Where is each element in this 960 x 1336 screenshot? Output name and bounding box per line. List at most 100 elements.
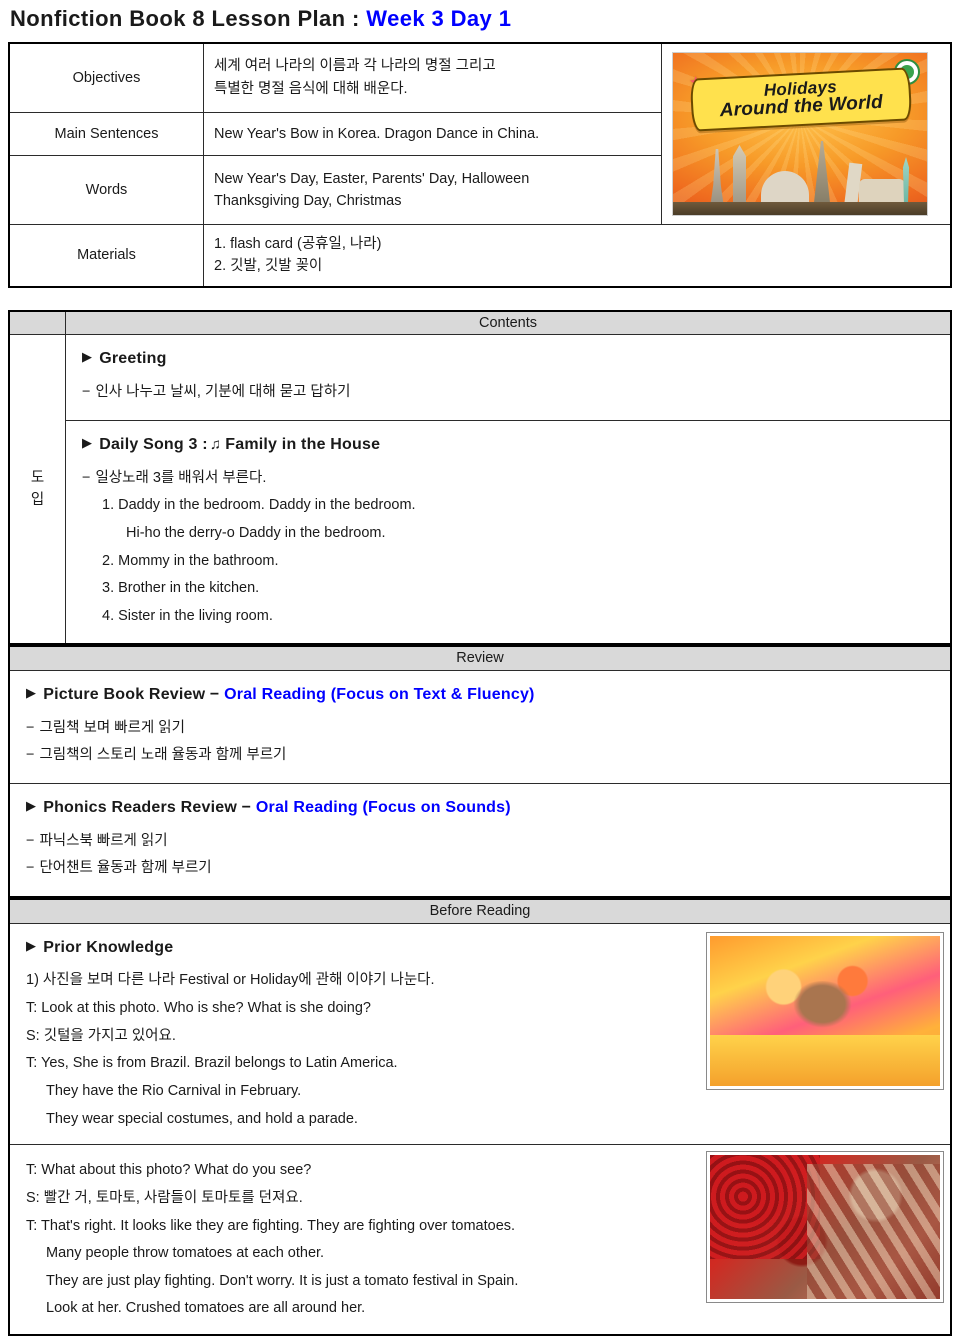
- objectives-line-1: 세계 여러 나라의 이름과 각 나라의 명절 그리고: [214, 58, 496, 75]
- value-words: New Year's Day, Easter, Parents' Day, Ha…: [203, 155, 662, 225]
- contents-header-row: Contents: [8, 310, 952, 336]
- review-block-2-row: ▶ Phonics Readers Review − Oral Reading (…: [8, 783, 952, 898]
- prior-knowledge-dialogue-4: They have the Rio Carnival in February.: [46, 1082, 302, 1099]
- dash-bullet-icon: −: [26, 860, 35, 877]
- value-materials: 1. flash card (공휴일, 나라) 2. 깃발, 깃발 꽂이: [203, 223, 952, 288]
- picture-book-review-heading-blue: Oral Reading (Focus on Text & Fluency): [224, 685, 535, 703]
- table-row-materials: Materials 1. flash card (공휴일, 나라) 2. 깃발,…: [8, 223, 952, 288]
- daily-song-heading-prefix: Daily Song 3 :: [99, 435, 208, 453]
- daily-song-block: ▶ Daily Song 3 : ♫ Family in the House − 일상노…: [66, 421, 950, 644]
- dash-bullet-icon: −: [26, 719, 35, 736]
- greeting-line-1-text: 인사 나누고 날씨, 기분에 대해 묻고 답하기: [95, 384, 351, 401]
- rio-carnival-dancer-photo: [706, 931, 944, 1090]
- picture-book-review-heading: ▶ Picture Book Review − Oral Reading (Foc…: [26, 683, 950, 708]
- phonics-readers-review-line-1-text: 파닉스북 빠르게 읽기: [39, 832, 168, 849]
- objectives-line-2: 특별한 명절 음식에 대해 배운다.: [214, 80, 408, 97]
- words-line-1: New Year's Day, Easter, Parents' Day, Ha…: [214, 170, 530, 187]
- review-section-table: Review ▶ Picture Book Review − Oral Readi…: [8, 645, 952, 899]
- page-title: Nonfiction Book 8 Lesson Plan : Week 3 D…: [8, 0, 952, 42]
- contents-header-spacer: [8, 310, 66, 336]
- greeting-line-1: − 인사 나누고 날씨, 기분에 대해 묻고 답하기: [82, 380, 950, 405]
- phonics-readers-review-line-2: − 단어챈트 율동과 함께 부르기: [26, 856, 950, 881]
- prior-knowledge-dialogue-5: They wear special costumes, and hold a p…: [46, 1110, 358, 1127]
- review-block-1-row: ▶ Picture Book Review − Oral Reading (Foc…: [8, 669, 952, 785]
- words-line-2: Thanksgiving Day, Christmas: [214, 193, 402, 210]
- prior-knowledge-wrap: ▶ Prior Knowledge 1) 사진을 보며 다른 나라 Festiva…: [10, 924, 950, 1145]
- before-reading-section-table: Before Reading ▶ Prior Knowledge 1) 사진을 보…: [8, 898, 952, 1336]
- second-photo-talk-cell: T: What about this photo? What do you se…: [8, 1144, 952, 1336]
- lesson-plan-page: Nonfiction Book 8 Lesson Plan : Week 3 D…: [0, 0, 960, 1336]
- daily-song-verse-2: 2. Mommy in the bathroom.: [102, 552, 279, 569]
- phonics-readers-review-line-1: − 파닉스북 빠르게 읽기: [26, 829, 950, 854]
- materials-line-1: 1. flash card (공휴일, 나라): [214, 236, 382, 252]
- dash-bullet-icon: −: [82, 469, 91, 486]
- label-main-sentences: Main Sentences: [8, 111, 204, 157]
- prior-knowledge-dialogue-1: T: Look at this photo. Who is she? What …: [26, 1000, 371, 1017]
- greeting-heading: ▶ Greeting: [82, 347, 950, 372]
- review-header-label: Review: [8, 645, 952, 671]
- triangle-bullet-icon: ▶: [82, 434, 93, 450]
- main-sentences-line-1: New Year's Bow in Korea. Dragon Dance in…: [214, 125, 540, 142]
- contents-body-cell: ▶ Greeting − 인사 나누고 날씨, 기분에 대해 묻고 답하기 ▶ Dai…: [65, 334, 952, 645]
- cover-image-cell: ★ ★ ★ ★ Holidays Around the World: [661, 42, 952, 225]
- stage-label-introduction: 도 입: [8, 334, 66, 645]
- dash-bullet-icon: −: [26, 747, 35, 764]
- label-words: Words: [8, 155, 204, 225]
- page-title-separator: :: [352, 6, 360, 31]
- page-title-main: Nonfiction Book 8 Lesson Plan: [10, 6, 346, 31]
- daily-song-heading: ▶ Daily Song 3 : ♫ Family in the House: [82, 433, 950, 458]
- contents-section-table: Contents 도 입 ▶ Greeting − 인사 나누고 날씨, 기분에 대…: [8, 309, 952, 646]
- daily-song-verse-1: 1. Daddy in the bedroom. Daddy in the be…: [102, 497, 416, 514]
- prior-knowledge-item-1: 1) 사진을 보며 다른 나라 Festival or Holiday에 관해 …: [26, 972, 435, 989]
- phonics-readers-review-heading-blue: Oral Reading (Focus on Sounds): [255, 799, 511, 817]
- page-title-accent: Week 3 Day 1: [366, 6, 512, 31]
- materials-line-2: 2. 깃발, 깃발 꽂이: [214, 258, 323, 275]
- prior-knowledge-row: ▶ Prior Knowledge 1) 사진을 보며 다른 나라 Festiva…: [8, 922, 952, 1146]
- value-main-sentences: New Year's Bow in Korea. Dragon Dance in…: [203, 111, 662, 157]
- triangle-bullet-icon: ▶: [26, 798, 37, 814]
- picture-book-review-block: ▶ Picture Book Review − Oral Reading (Foc…: [10, 671, 950, 783]
- second-photo-talk-wrap: T: What about this photo? What do you se…: [10, 1145, 950, 1334]
- phonics-readers-review-heading: ▶ Phonics Readers Review − Oral Reading (…: [26, 796, 950, 821]
- phonics-readers-review-line-2-text: 단어챈트 율동과 함께 부르기: [39, 860, 212, 877]
- dash-bullet-icon: −: [26, 832, 35, 849]
- music-note-icon: ♫: [209, 435, 222, 453]
- picture-book-review-line-2-text: 그림책의 스토리 노래 율동과 함께 부르기: [39, 747, 287, 764]
- prior-knowledge-dialogue-3: T: Yes, She is from Brazil. Brazil belon…: [26, 1055, 398, 1072]
- label-materials: Materials: [8, 223, 204, 288]
- triangle-bullet-icon: ▶: [26, 684, 37, 700]
- stage-label-char-2: 입: [30, 492, 45, 509]
- triangle-bullet-icon: ▶: [26, 937, 37, 953]
- dash-bullet-icon: −: [82, 384, 91, 401]
- la-tomatina-festival-photo: [706, 1151, 944, 1304]
- picture-book-review-line-1: − 그림책 보며 빠르게 읽기: [26, 716, 950, 741]
- holidays-around-the-world-book-cover: ★ ★ ★ ★ Holidays Around the World: [672, 52, 928, 216]
- phonics-readers-review-block: ▶ Phonics Readers Review − Oral Reading (…: [10, 784, 950, 896]
- greeting-block: ▶ Greeting − 인사 나누고 날씨, 기분에 대해 묻고 답하기: [66, 335, 950, 421]
- daily-song-verse-1b: Hi-ho the derry-o Daddy in the bedroom.: [126, 524, 386, 541]
- prior-knowledge-cell: ▶ Prior Knowledge 1) 사진을 보며 다른 나라 Festiva…: [8, 922, 952, 1146]
- contents-header-label: Contents: [65, 310, 952, 336]
- greeting-heading-text: Greeting: [99, 350, 167, 368]
- prior-knowledge-heading-text: Prior Knowledge: [43, 938, 174, 956]
- daily-song-intro-text: 일상노래 3를 배워서 부른다.: [95, 469, 267, 486]
- second-photo-talk-row: T: What about this photo? What do you se…: [8, 1144, 952, 1336]
- contents-body-row: 도 입 ▶ Greeting − 인사 나누고 날씨, 기분에 대해 묻고 답하기 …: [8, 334, 952, 645]
- phonics-readers-review-cell: ▶ Phonics Readers Review − Oral Reading (…: [8, 783, 952, 898]
- picture-book-review-heading-black: Picture Book Review −: [43, 685, 220, 703]
- daily-song-intro: − 일상노래 3를 배워서 부른다.: [82, 466, 950, 491]
- cover-ground: [673, 202, 927, 215]
- lesson-info-table: Objectives 세계 여러 나라의 이름과 각 나라의 명절 그리고 특별…: [8, 42, 952, 288]
- rio-carnival-photo-art: [710, 935, 940, 1086]
- daily-song-verse-4: 4. Sister in the living room.: [102, 607, 273, 624]
- picture-book-review-line-1-text: 그림책 보며 빠르게 읽기: [39, 719, 185, 736]
- daily-song-heading-title: Family in the House: [225, 435, 381, 453]
- stage-label-char-1: 도: [30, 469, 45, 486]
- before-reading-header-row: Before Reading: [8, 898, 952, 924]
- prior-knowledge-dialogue-2: S: 깃털을 가지고 있어요.: [26, 1027, 176, 1044]
- picture-book-review-line-2: − 그림책의 스토리 노래 율동과 함께 부르기: [26, 743, 950, 768]
- cover-landmarks-illustration: [673, 137, 927, 215]
- daily-song-verse-3: 3. Brother in the kitchen.: [102, 580, 260, 597]
- prior-knowledge-heading: ▶ Prior Knowledge: [26, 936, 694, 961]
- before-reading-header-label: Before Reading: [8, 898, 952, 924]
